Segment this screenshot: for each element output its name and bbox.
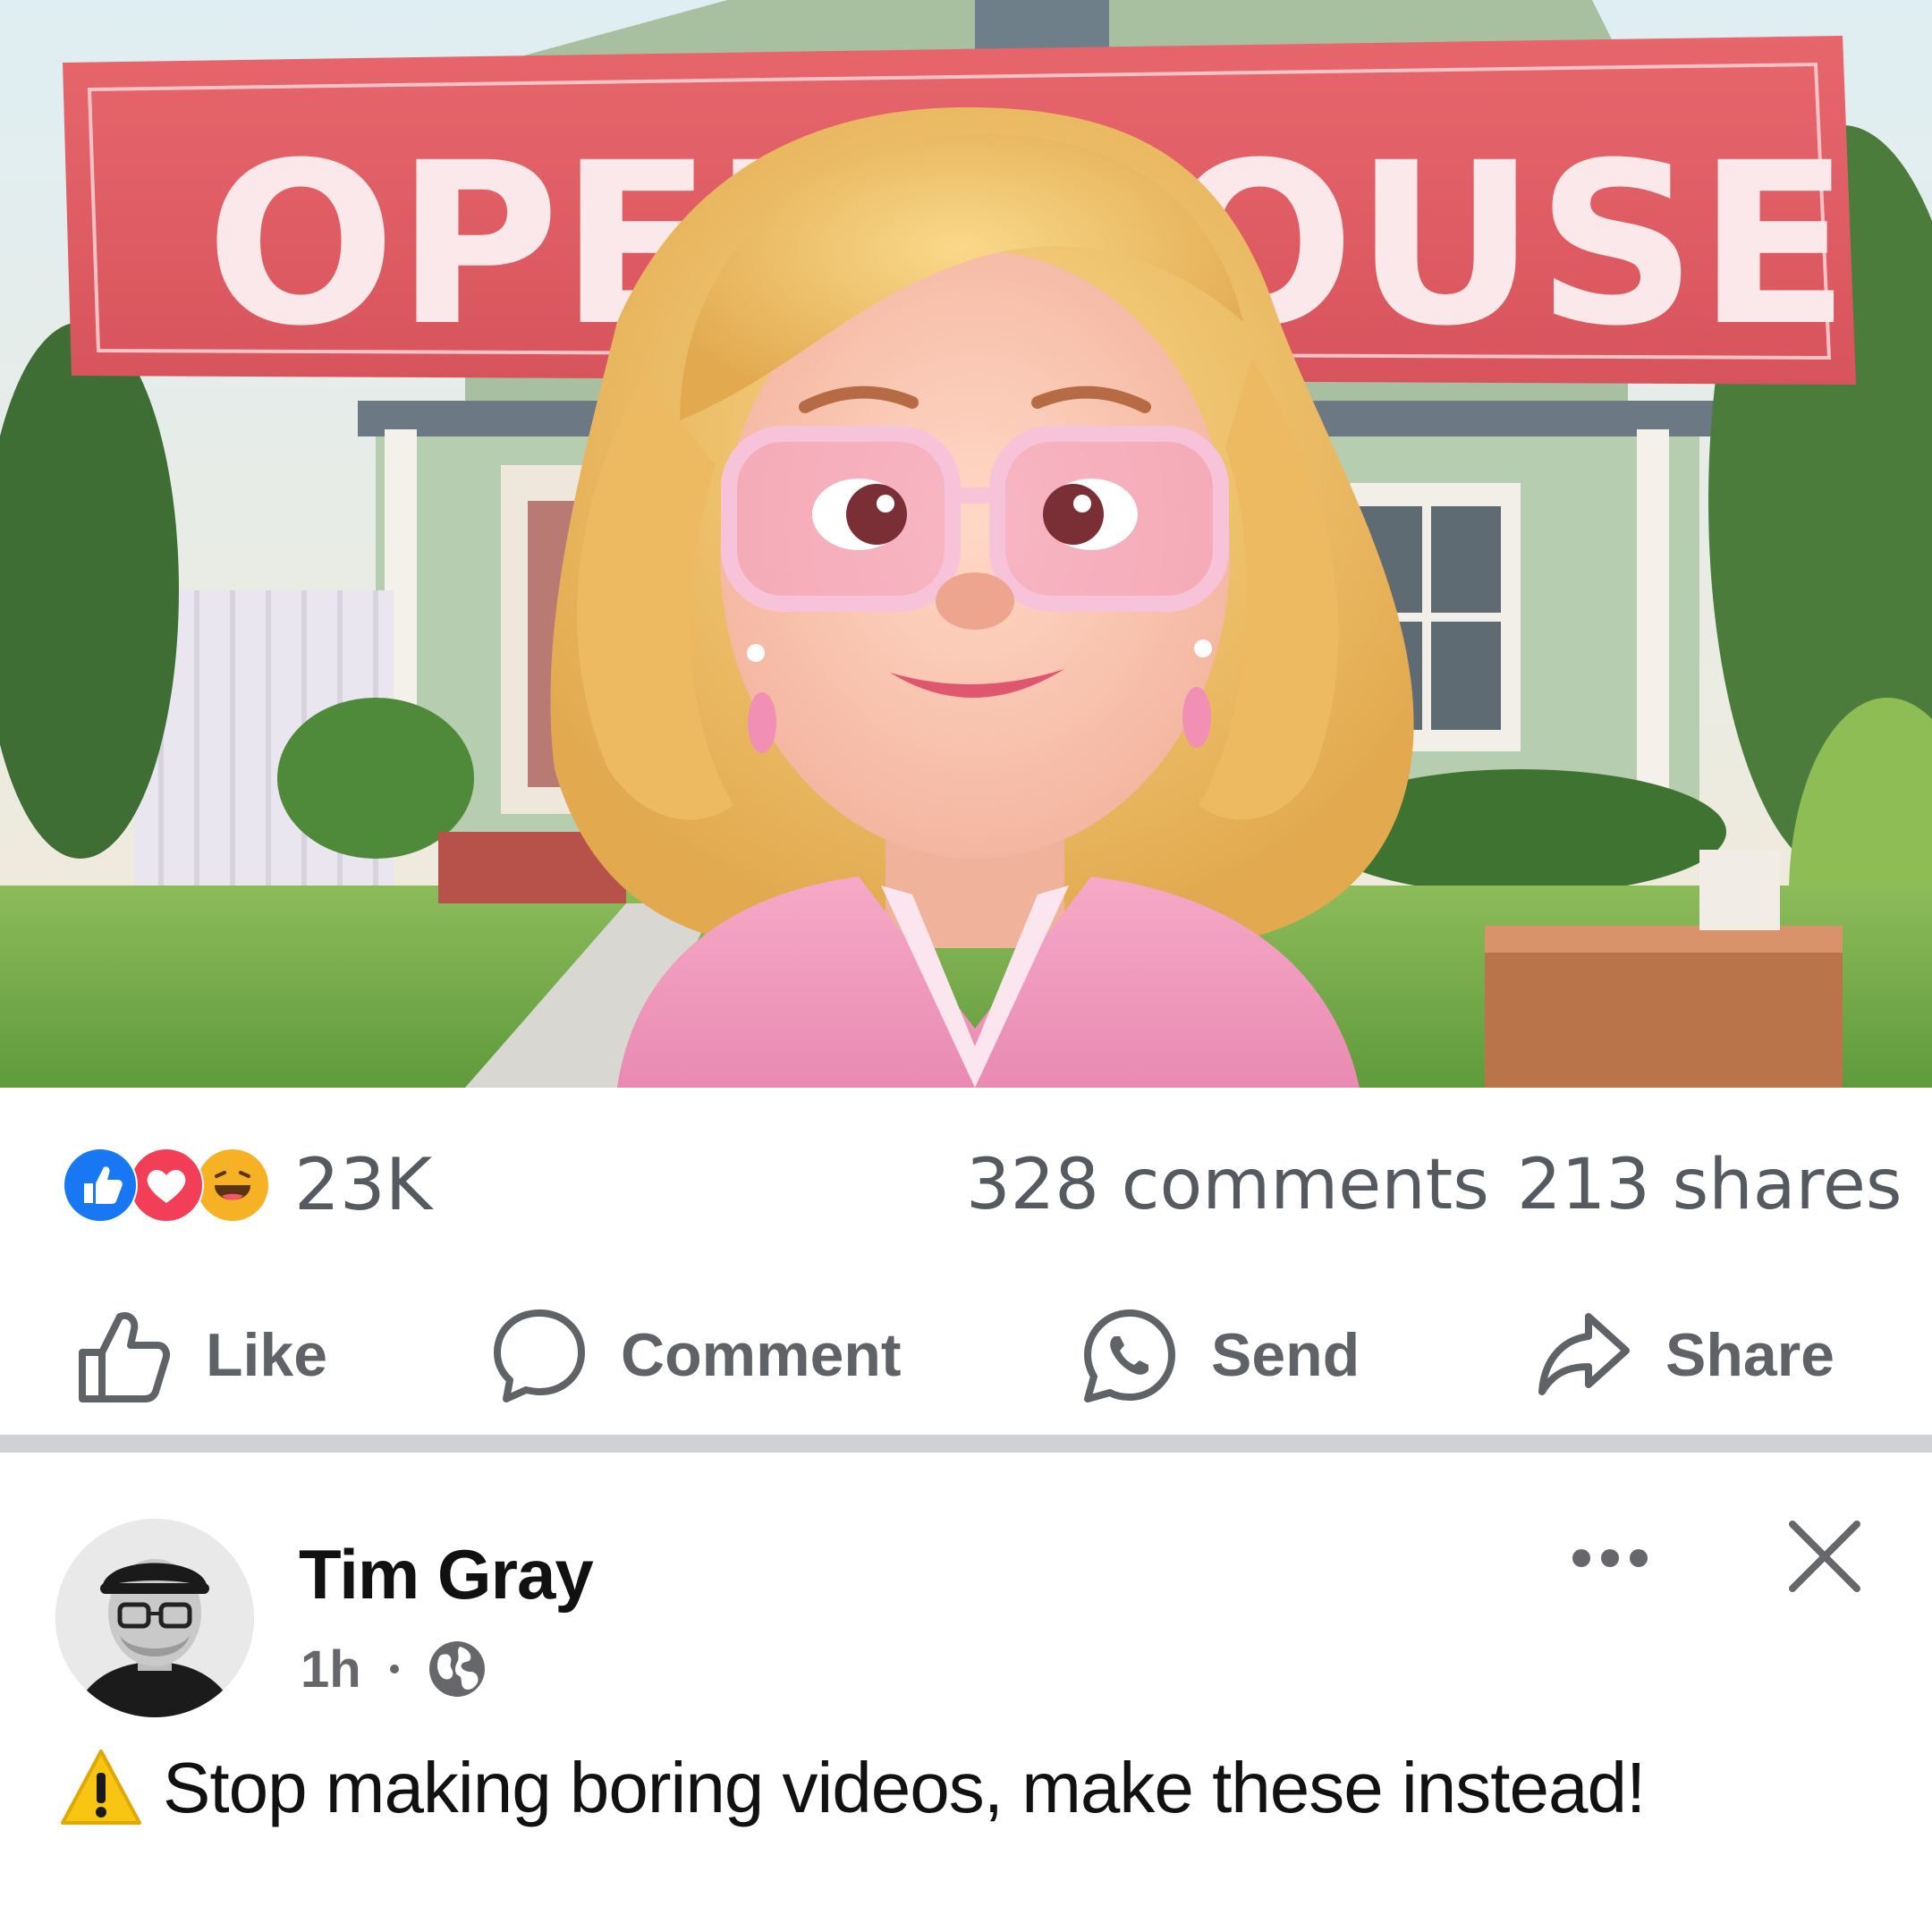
post-image[interactable]: OPEN HOUSE <box>0 0 1932 1088</box>
like-label: Like <box>206 1321 328 1389</box>
author-name[interactable]: Tim Gray <box>299 1531 594 1617</box>
globe-icon <box>428 1641 485 1697</box>
share-label: Share <box>1665 1321 1835 1389</box>
like-reaction-icon <box>63 1148 138 1223</box>
facebook-feed: OPEN HOUSE 23K 328 comments 213 shares L… <box>0 0 1932 1932</box>
share-button[interactable]: Share <box>1535 1288 1835 1422</box>
shares-count[interactable]: 213 shares <box>1517 1145 1902 1225</box>
more-dots-icon <box>1572 1549 1648 1567</box>
love-reaction-icon <box>129 1148 204 1223</box>
meta-separator-dot <box>389 1665 399 1674</box>
haha-reaction-icon <box>195 1148 270 1223</box>
post-divider <box>0 1435 1932 1453</box>
post-caption: Stop making boring videos, make these in… <box>59 1739 1646 1837</box>
comments-count[interactable]: 328 comments <box>966 1145 1489 1225</box>
like-button[interactable]: Like <box>75 1288 327 1422</box>
avatar[interactable] <box>55 1519 254 1717</box>
close-icon <box>1789 1521 1860 1592</box>
caption-text: Stop making boring videos, make these in… <box>163 1748 1646 1827</box>
comment-button[interactable]: Comment <box>490 1288 902 1422</box>
share-arrow-icon <box>1538 1313 1630 1395</box>
send-label: Send <box>1211 1321 1360 1389</box>
more-options-button[interactable] <box>1567 1533 1653 1583</box>
reaction-count[interactable]: 23K <box>294 1145 432 1225</box>
comment-label: Comment <box>621 1321 902 1389</box>
whatsapp-icon <box>1084 1309 1175 1402</box>
comment-bubble-icon <box>494 1309 585 1402</box>
send-button[interactable]: Send <box>1080 1288 1360 1422</box>
reaction-icons[interactable] <box>63 1148 272 1223</box>
post-meta: 1h <box>301 1633 487 1705</box>
hide-post-button[interactable] <box>1785 1517 1864 1596</box>
warning-icon <box>61 1750 141 1825</box>
thumbs-up-icon <box>79 1312 170 1402</box>
post-time[interactable]: 1h <box>301 1640 361 1699</box>
